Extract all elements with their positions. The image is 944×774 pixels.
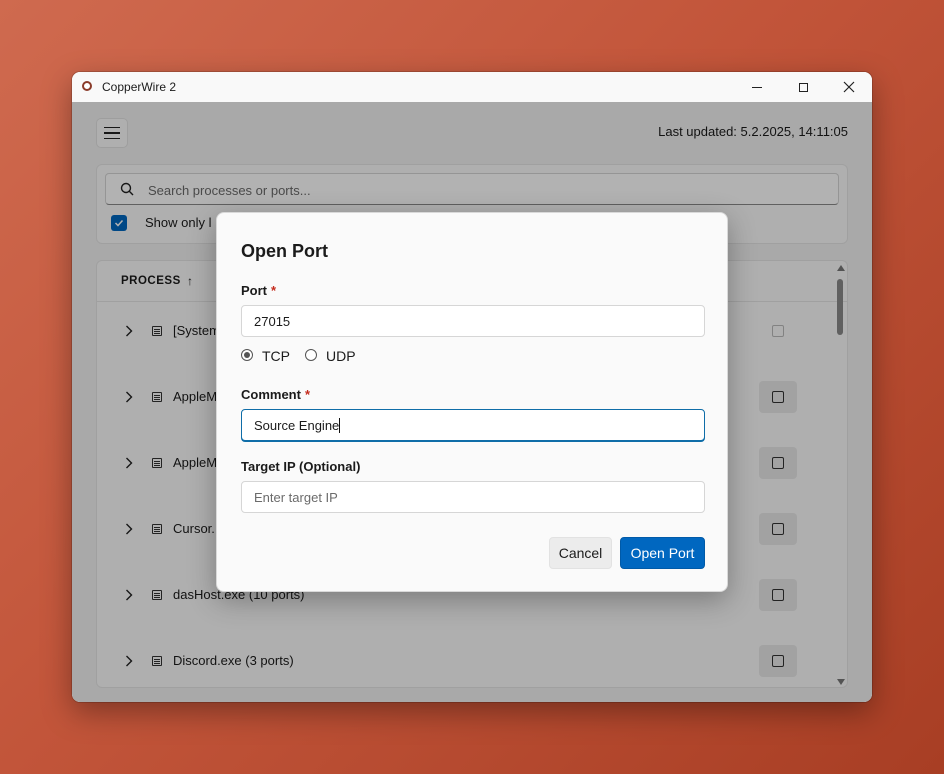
comment-input[interactable]: Source Engine (241, 409, 705, 441)
close-icon (843, 81, 855, 93)
required-marker: * (304, 387, 311, 402)
maximize-icon (798, 82, 808, 92)
udp-radio-label[interactable]: UDP (326, 348, 356, 364)
open-port-dialog: Open Port Port * 27015 TCP UDP Comment * S… (216, 212, 728, 592)
udp-radio[interactable] (305, 349, 317, 361)
minimize-button[interactable] (734, 72, 780, 102)
tcp-radio-label[interactable]: TCP (262, 348, 290, 364)
dialog-title: Open Port (241, 241, 329, 261)
close-button[interactable] (826, 72, 872, 102)
port-input[interactable]: 27015 (241, 305, 705, 337)
comment-label: Comment * (241, 387, 311, 402)
minimize-icon (752, 86, 762, 88)
text-caret (339, 418, 341, 433)
app-logo-icon (82, 81, 92, 91)
open-port-button[interactable]: Open Port (620, 537, 705, 569)
maximize-button[interactable] (780, 72, 826, 102)
title-bar: CopperWire 2 (72, 72, 872, 102)
window-title: CopperWire 2 (102, 80, 177, 94)
port-label: Port * (241, 283, 277, 298)
target-ip-input[interactable]: Enter target IP (241, 481, 705, 513)
required-marker: * (271, 283, 277, 298)
tcp-radio[interactable] (241, 349, 253, 361)
cancel-button[interactable]: Cancel (549, 537, 612, 569)
target-ip-label: Target IP (Optional) (241, 459, 361, 474)
